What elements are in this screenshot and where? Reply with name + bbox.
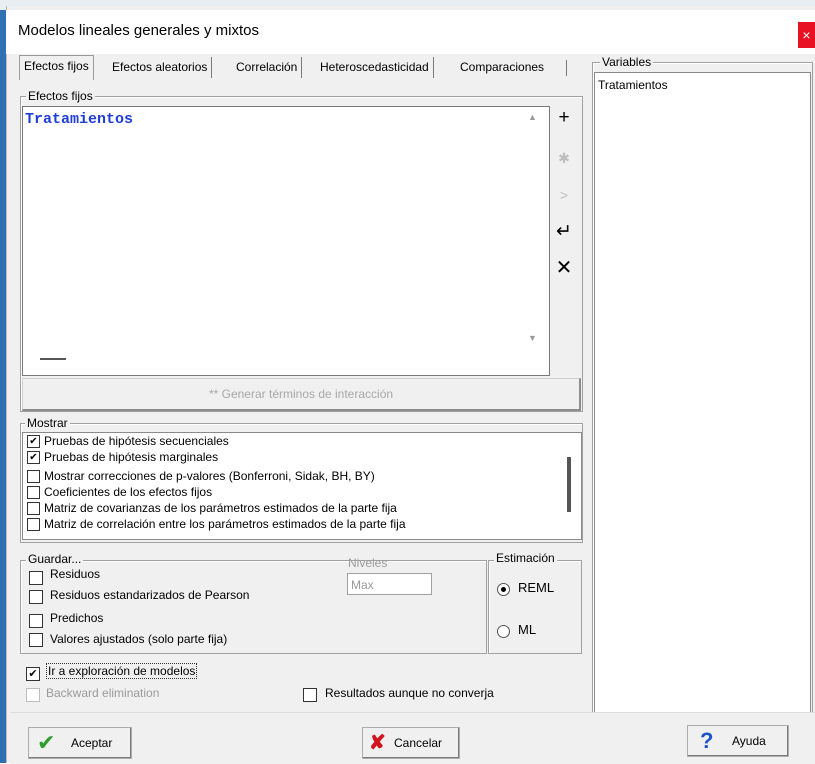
- interaction-term-button[interactable]: ✱: [551, 145, 577, 171]
- accept-button[interactable]: ✔ Aceptar: [28, 727, 132, 759]
- niveles-label: Niveles: [348, 556, 388, 570]
- tab-efectos-fijos[interactable]: Efectos fijos: [19, 55, 94, 80]
- checkbox-matriz-covarianzas[interactable]: [27, 502, 40, 515]
- tab-strip-end: [566, 60, 567, 76]
- radio-reml[interactable]: [497, 583, 510, 596]
- enter-icon: ↵: [556, 221, 572, 242]
- checkbox-pruebas-secuenciales[interactable]: ✔: [27, 435, 40, 448]
- nest-term-button[interactable]: >: [551, 182, 577, 208]
- help-button[interactable]: ? Ayuda: [687, 725, 789, 757]
- tab-efectos-aleatorios[interactable]: Efectos aleatorios: [108, 57, 213, 78]
- delete-icon: ✕: [555, 257, 573, 279]
- checkbox-predichos[interactable]: [29, 614, 43, 628]
- checkbox-correcciones-pvalores[interactable]: [27, 470, 40, 483]
- guardar-item-label: Predichos: [50, 611, 104, 625]
- mostrar-item-label: Pruebas de hipótesis marginales: [44, 450, 219, 464]
- add-icon: +: [558, 107, 570, 128]
- guardar-item-label: Valores ajustados (solo parte fija): [50, 632, 228, 646]
- radio-ml-label: ML: [518, 622, 537, 637]
- separator-line: [40, 358, 66, 360]
- checkbox-pruebas-marginales[interactable]: ✔: [27, 451, 40, 464]
- fixed-effects-term[interactable]: Tratamientos: [25, 111, 133, 128]
- radio-ml[interactable]: [497, 625, 510, 638]
- variable-item[interactable]: Tratamientos: [598, 78, 668, 92]
- tab-heteroscedasticidad[interactable]: Heteroscedasticidad: [316, 57, 434, 78]
- arrow-right-icon: >: [559, 187, 569, 203]
- guardar-item-label: Residuos estandarizados de Pearson: [50, 588, 250, 602]
- cancel-button[interactable]: ✘ Cancelar: [362, 727, 460, 759]
- scroll-down-icon[interactable]: ▼: [528, 333, 537, 343]
- tab-correlacion[interactable]: Correlación: [232, 57, 303, 78]
- fixed-effects-group-label: Efectos fijos: [26, 89, 95, 103]
- add-term-button[interactable]: +: [551, 105, 577, 131]
- checkbox-coeficientes[interactable]: [27, 486, 40, 499]
- mostrar-item-label: Matriz de covarianzas de los parámetros …: [44, 501, 397, 515]
- checkbox-exploracion-modelos[interactable]: ✔: [26, 667, 40, 681]
- checkbox-resultados-no-converja[interactable]: [303, 688, 317, 702]
- checkbox-residuos[interactable]: [29, 571, 43, 585]
- variables-list[interactable]: [594, 72, 811, 714]
- checkbox-matriz-correlacion[interactable]: [27, 518, 40, 531]
- mostrar-group-label: Mostrar: [25, 416, 70, 430]
- radio-reml-label: REML: [518, 580, 555, 595]
- checkbox-backward-elimination[interactable]: [26, 688, 40, 702]
- help-button-label: Ayuda: [732, 734, 766, 748]
- resultados-no-converja-label: Resultados aunque no converja: [325, 686, 494, 700]
- backward-elimination-label: Backward elimination: [46, 686, 160, 700]
- guardar-item-label: Residuos: [50, 567, 101, 581]
- cross-icon: ✘: [369, 732, 386, 754]
- estimacion-group: [488, 560, 582, 654]
- cancel-button-label: Cancelar: [394, 736, 443, 750]
- checkbox-residuos-pearson[interactable]: [29, 590, 43, 604]
- help-icon: ?: [700, 728, 714, 753]
- new-line-button[interactable]: ↵: [551, 219, 577, 245]
- fixed-effects-editor[interactable]: [22, 106, 550, 376]
- guardar-group-label: Guardar...: [26, 552, 84, 566]
- scroll-up-icon[interactable]: ▲: [528, 112, 537, 122]
- variables-group-label: Variables: [600, 55, 654, 69]
- window-title: Modelos lineales generales y mixtos: [18, 22, 259, 39]
- mostrar-item-label: Mostrar correcciones de p-valores (Bonfe…: [44, 469, 375, 483]
- accept-button-label: Aceptar: [71, 736, 113, 750]
- checkbox-valores-ajustados[interactable]: [29, 633, 43, 647]
- delete-term-button[interactable]: ✕: [551, 255, 577, 281]
- generate-interaction-button[interactable]: ** Generar términos de interacción: [22, 378, 581, 411]
- mostrar-scrollbar[interactable]: [567, 457, 571, 512]
- check-icon: ✔: [37, 730, 56, 755]
- estimacion-group-label: Estimación: [494, 551, 557, 565]
- mostrar-item-label: Pruebas de hipótesis secuenciales: [44, 434, 229, 448]
- close-button[interactable]: ×: [798, 22, 815, 48]
- exploracion-modelos-label: Ir a exploración de modelos: [46, 663, 198, 679]
- niveles-input[interactable]: Max: [347, 573, 432, 595]
- asterisk-icon: ✱: [558, 150, 570, 166]
- mostrar-item-label: Coeficientes de los efectos fijos: [44, 485, 213, 499]
- tab-comparaciones[interactable]: Comparaciones: [456, 57, 548, 78]
- close-icon: ×: [802, 27, 811, 43]
- mostrar-item-label: Matriz de correlación entre los parámetr…: [44, 517, 406, 531]
